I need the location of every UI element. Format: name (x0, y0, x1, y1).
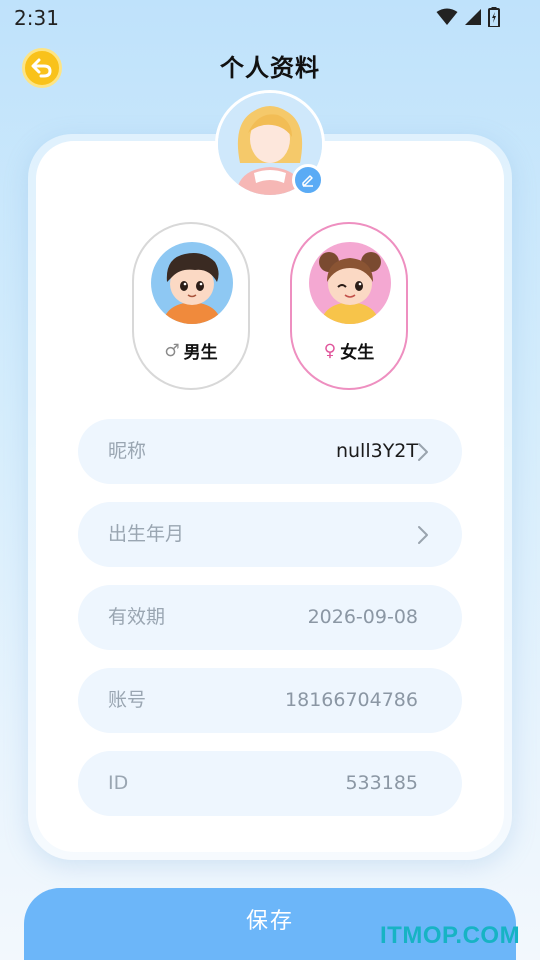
field-label: 出生年月 (108, 523, 185, 545)
field-value: 18166704786 (285, 689, 418, 711)
boy-avatar-illustration (151, 242, 233, 324)
chevron-right-icon (418, 443, 428, 461)
female-avatar (309, 242, 391, 324)
field-id: ID 533185 (78, 751, 462, 816)
field-label: ID (108, 772, 129, 794)
girl-avatar-illustration (309, 242, 391, 324)
battery-icon (488, 7, 500, 27)
female-symbol-icon: ♀ (323, 340, 337, 361)
page-title: 个人资料 (220, 54, 320, 82)
status-icons (436, 7, 500, 27)
watermark: ITMOP.COM (380, 922, 521, 949)
profile-card (36, 141, 504, 852)
male-avatar (151, 242, 233, 324)
wifi-icon (436, 8, 458, 25)
field-account: 账号 18166704786 (78, 668, 462, 733)
male-symbol-icon: ♂ (164, 340, 180, 361)
gender-male-label: 男生 (183, 343, 218, 363)
field-label: 昵称 (108, 440, 147, 462)
gender-male-label-row: ♂ 男生 (134, 338, 248, 364)
field-validity: 有效期 2026-09-08 (78, 585, 462, 650)
field-label: 账号 (108, 689, 147, 711)
status-time: 2:31 (14, 6, 59, 30)
avatar-container[interactable] (215, 90, 325, 198)
field-value: 533185 (345, 772, 418, 794)
status-bar: 2:31 (0, 0, 540, 36)
field-value: null3Y2T (335, 440, 418, 462)
chevron-right-icon (418, 526, 428, 544)
field-value: 2026-09-08 (307, 606, 418, 628)
field-label: 有效期 (108, 606, 166, 628)
edit-pen-icon (302, 175, 313, 187)
edit-avatar-button[interactable] (292, 164, 324, 196)
field-nickname[interactable]: 昵称 null3Y2T (78, 419, 462, 484)
gender-option-female[interactable]: ♀ 女生 (290, 222, 408, 390)
field-birth-date[interactable]: 出生年月 (78, 502, 462, 567)
gender-female-label-row: ♀ 女生 (292, 338, 406, 364)
signal-icon (465, 9, 481, 25)
gender-female-label: 女生 (340, 343, 375, 363)
gender-option-male[interactable]: ♂ 男生 (132, 222, 250, 390)
